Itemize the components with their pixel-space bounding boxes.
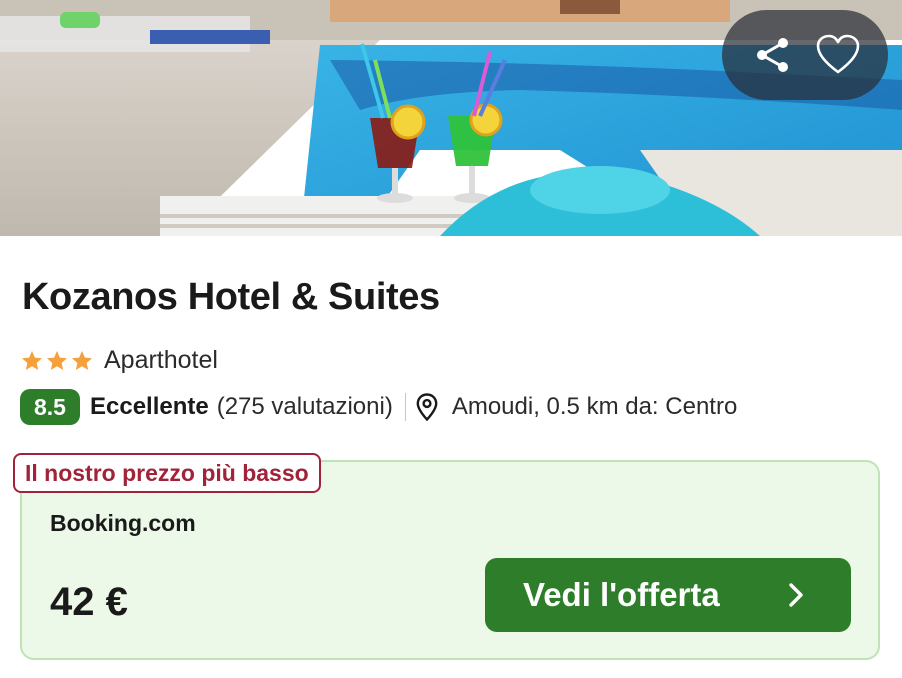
- star-icon: [47, 350, 67, 370]
- offer-provider: Booking.com: [50, 510, 196, 536]
- hotel-name[interactable]: Kozanos Hotel & Suites: [22, 276, 440, 319]
- chevron-right-icon: [789, 583, 803, 607]
- hotel-location[interactable]: Amoudi, 0.5 km da: Centro: [452, 393, 737, 421]
- heart-icon[interactable]: [810, 27, 866, 83]
- star-rating: [20, 349, 94, 373]
- offer-price: 42 €: [50, 580, 128, 624]
- review-score-badge[interactable]: 8.5: [20, 389, 80, 425]
- lowest-price-badge: Il nostro prezzo più basso: [13, 453, 321, 493]
- location-pin-icon: [416, 393, 438, 421]
- star-icon: [72, 350, 92, 370]
- hotel-class-row: Aparthotel: [20, 346, 218, 375]
- hotel-photo[interactable]: [0, 0, 902, 236]
- rating-label: Eccellente: [89, 393, 209, 420]
- view-offer-label: Vedi l'offerta: [523, 576, 720, 613]
- share-icon[interactable]: [745, 27, 801, 83]
- review-count[interactable]: (275 valutazioni): [217, 393, 393, 421]
- accommodation-type: Aparthotel: [104, 346, 218, 374]
- view-offer-button[interactable]: Vedi l'offerta: [485, 558, 851, 632]
- divider: [404, 393, 406, 421]
- star-icon: [22, 350, 42, 370]
- photo-actions: [722, 10, 888, 100]
- rating-location-row: 8.5 Eccellente (275 valutazioni) Amoudi,…: [20, 388, 737, 426]
